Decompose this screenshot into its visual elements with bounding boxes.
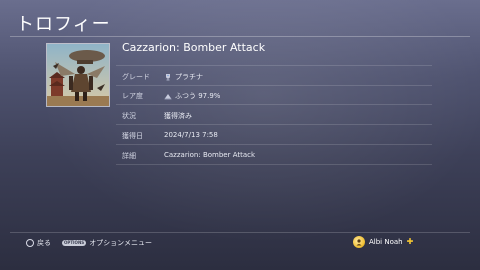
back-label: 戻る (37, 239, 51, 247)
detail-value: 獲得済み (164, 112, 192, 120)
circle-button-icon (26, 239, 34, 247)
user-profile[interactable]: Albi Noah ✚ (353, 236, 413, 248)
detail-label: 獲得日 (122, 132, 143, 140)
detail-value-wrap: ふつう 97.9% (164, 91, 220, 101)
detail-row-description: 詳細 Cazzarion: Bomber Attack (116, 145, 432, 165)
options-menu-label: オプションメニュー (89, 239, 152, 247)
options-badge-icon: OPTIONS (62, 240, 87, 246)
detail-row-status: 状況 獲得済み (116, 105, 432, 125)
detail-value: Cazzarion: Bomber Attack (164, 151, 256, 159)
detail-value: プラチナ (175, 73, 203, 81)
options-menu-button[interactable]: OPTIONS オプションメニュー (62, 238, 152, 248)
page-title: トロフィー (16, 14, 111, 35)
trophy-title: Cazzarion: Bomber Attack (122, 41, 266, 54)
detail-value: ふつう 97.9% (175, 92, 221, 100)
trophy-artwork (46, 43, 110, 107)
footer-divider (10, 232, 470, 233)
user-name: Albi Noah (369, 238, 403, 246)
avatar-icon (353, 236, 365, 248)
detail-value-wrap: プラチナ (164, 72, 203, 82)
detail-row-date: 獲得日 2024/7/13 7:58 (116, 125, 432, 145)
detail-row-grade: グレード プラチナ (116, 65, 432, 86)
rarity-common-icon (164, 92, 172, 100)
ps-plus-icon: ✚ (406, 237, 414, 246)
back-button[interactable]: 戻る (26, 238, 51, 248)
detail-row-rarity: レア度 ふつう 97.9% (116, 85, 432, 105)
platinum-trophy-icon (164, 73, 172, 81)
detail-label: グレード (122, 73, 150, 81)
detail-label: 詳細 (122, 152, 136, 160)
detail-label: レア度 (122, 92, 143, 100)
detail-label: 状況 (122, 112, 136, 120)
header-divider (10, 36, 470, 37)
detail-value: 2024/7/13 7:58 (164, 131, 218, 139)
